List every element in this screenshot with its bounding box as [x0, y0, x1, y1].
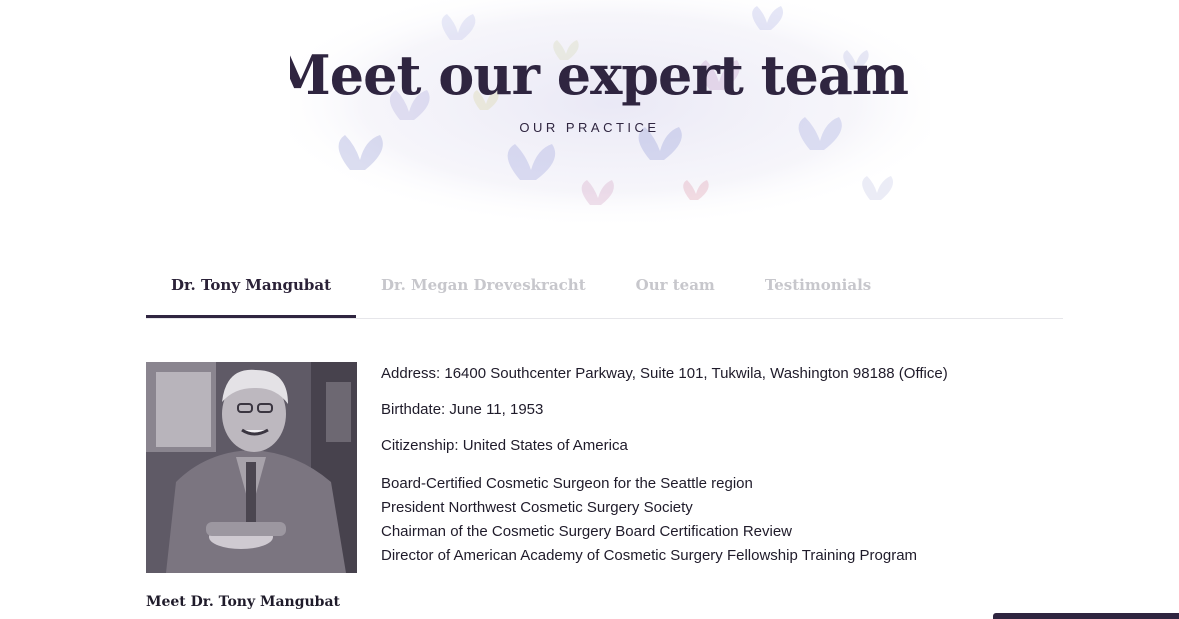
tab-our-team[interactable]: Our team: [611, 262, 740, 316]
tab-dr-megan-dreveskracht[interactable]: Dr. Megan Dreveskracht: [356, 262, 611, 316]
floating-bar[interactable]: [993, 613, 1179, 619]
profile-details: Address: 16400 Southcenter Parkway, Suit…: [381, 364, 1081, 568]
citizenship-text: Citizenship: United States of America: [381, 437, 628, 454]
credential-item: Director of American Academy of Cosmetic…: [381, 547, 918, 564]
tab-testimonials[interactable]: Testimonials: [740, 262, 896, 316]
page-title: Meet our expert team: [290, 43, 909, 107]
credentials-list: Board-Certified Cosmetic Surgeon for the…: [381, 472, 1081, 568]
credential-item: Chairman of the Cosmetic Surgery Board C…: [381, 523, 792, 540]
doctor-photo: [146, 362, 357, 573]
credential-item: Board-Certified Cosmetic Surgeon for the…: [381, 475, 753, 492]
profile-tabs: Dr. Tony Mangubat Dr. Megan Dreveskracht…: [146, 262, 1063, 319]
page-subtitle: OUR PRACTICE: [519, 120, 660, 135]
hero-banner: Meet our expert team OUR PRACTICE: [290, 0, 930, 230]
credential-item: President Northwest Cosmetic Surgery Soc…: [381, 499, 693, 516]
butterfly-background-image: [290, 0, 930, 230]
tab-dr-tony-mangubat[interactable]: Dr. Tony Mangubat: [146, 262, 357, 318]
address-text: Address: 16400 Southcenter Parkway, Suit…: [381, 365, 948, 382]
photo-caption: Meet Dr. Tony Mangubat: [146, 594, 341, 610]
birthdate-text: Birthdate: June 11, 1953: [381, 401, 544, 418]
